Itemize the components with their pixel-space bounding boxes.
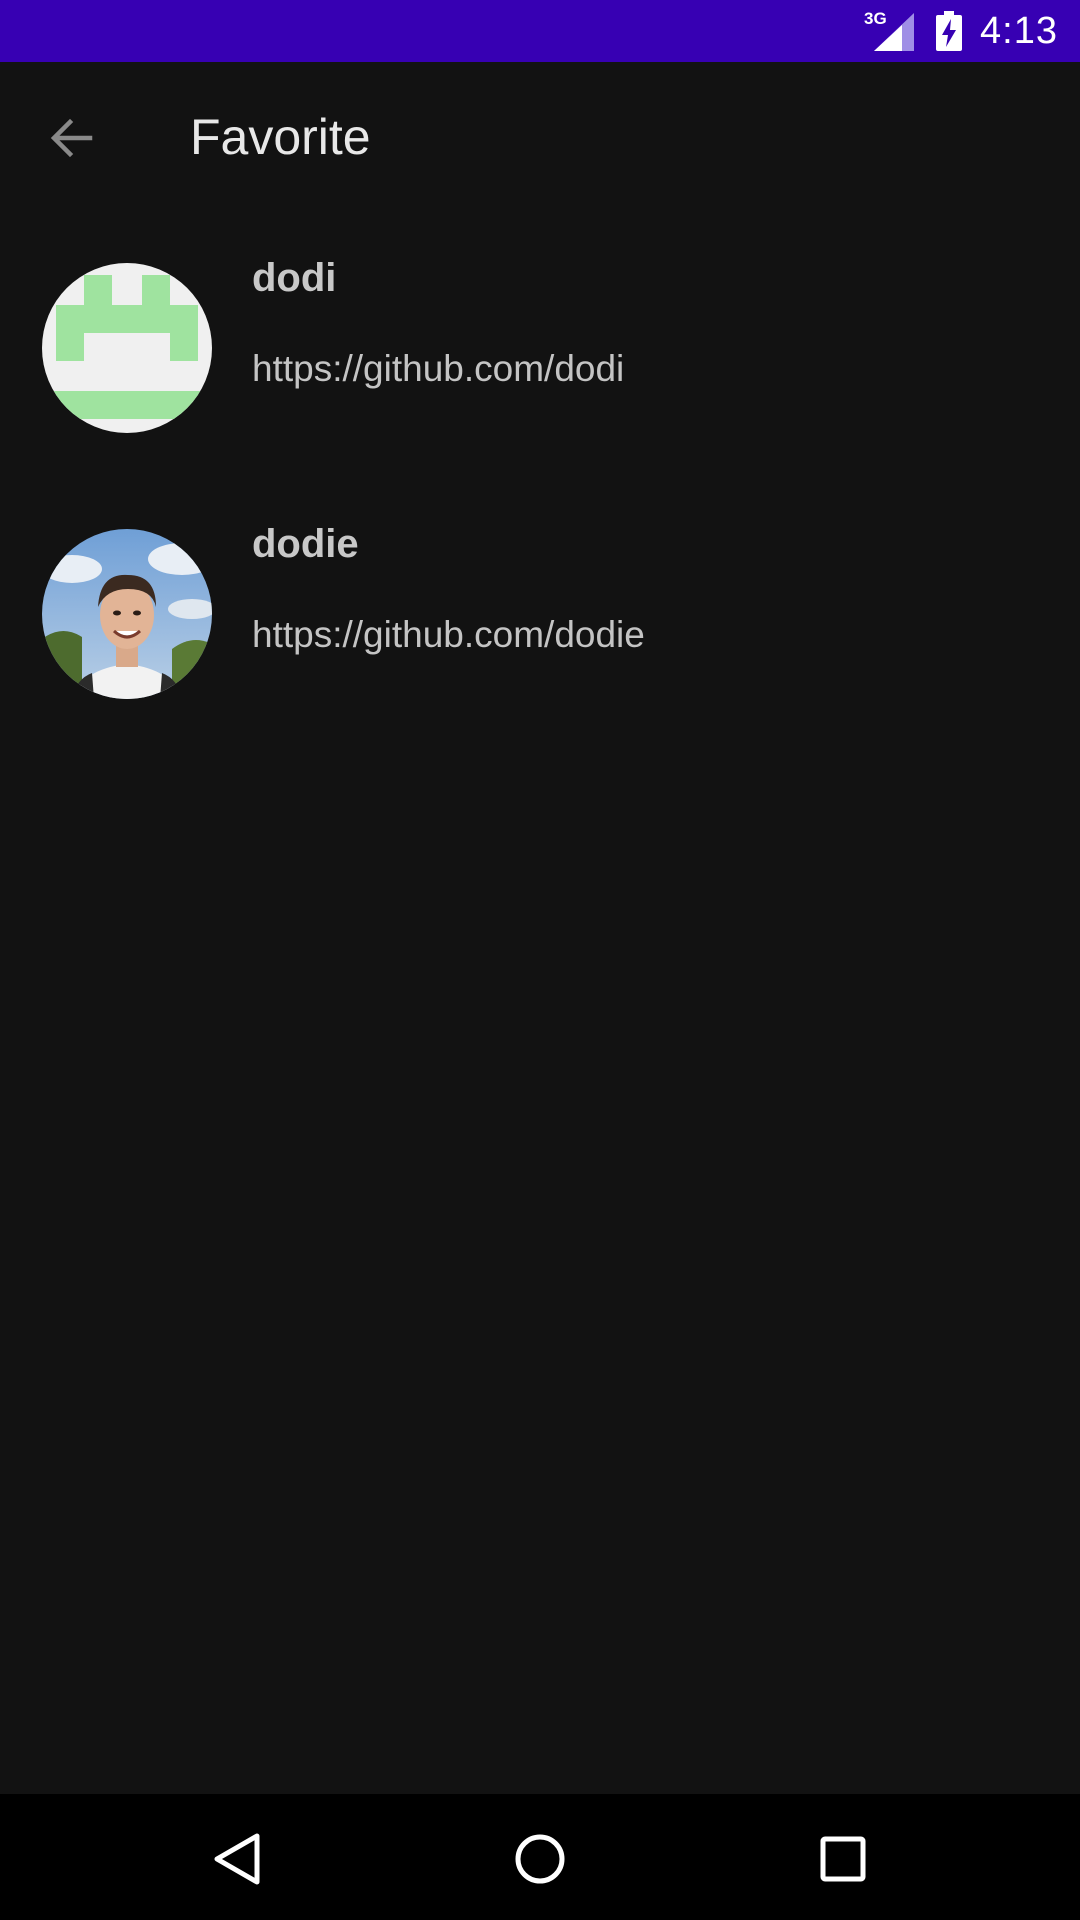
back-button[interactable] — [40, 106, 104, 170]
recents-square-icon — [820, 1836, 866, 1882]
profile-url: https://github.com/dodie — [252, 614, 645, 655]
nav-recents-button[interactable] — [808, 1824, 878, 1894]
favorites-list: dodi https://github.com/dodi dodie https… — [0, 256, 1080, 788]
home-circle-icon — [515, 1834, 565, 1884]
battery-indicator — [936, 11, 963, 51]
identicon-avatar — [42, 263, 212, 433]
signal-indicator: 3G — [864, 9, 915, 51]
back-triangle-icon — [214, 1833, 260, 1885]
app-bar: Favorite — [0, 62, 1080, 214]
signal-icon — [874, 13, 915, 51]
arrow-back-icon — [50, 118, 93, 158]
list-item[interactable]: dodi https://github.com/dodi — [0, 256, 1080, 522]
username: dodie — [252, 522, 359, 566]
status-bar: 3G 4:13 — [0, 0, 1080, 62]
clock: 4:13 — [980, 9, 1058, 52]
nav-back-button[interactable] — [202, 1824, 272, 1894]
page-title: Favorite — [190, 109, 371, 165]
photo-avatar — [42, 529, 212, 699]
list-item[interactable]: dodie https://github.com/dodie — [0, 522, 1080, 788]
nav-home-button[interactable] — [505, 1824, 575, 1894]
profile-url: https://github.com/dodi — [252, 348, 625, 389]
battery-charging-icon — [936, 11, 963, 51]
navigation-bar — [0, 1794, 1080, 1920]
username: dodi — [252, 256, 337, 300]
